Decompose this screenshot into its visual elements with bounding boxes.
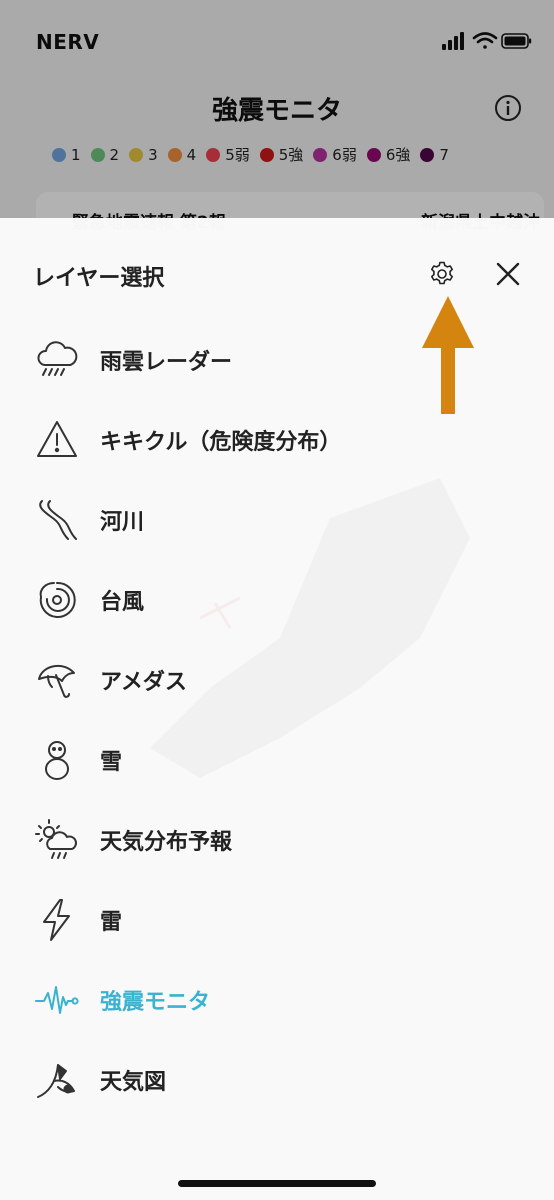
- layer-item-weather-forecast[interactable]: 天気分布予報: [0, 800, 554, 880]
- snowman-icon: [34, 737, 80, 783]
- home-indicator[interactable]: [178, 1180, 376, 1187]
- layer-item-typhoon[interactable]: 台風: [0, 560, 554, 640]
- layer-label: 天気図: [100, 1070, 167, 1095]
- layer-label: 雷: [100, 910, 123, 935]
- warning-icon: [34, 417, 80, 463]
- layer-label: キキクル（危険度分布）: [100, 430, 342, 455]
- seismograph-icon: [34, 977, 80, 1023]
- layer-item-rain-radar[interactable]: 雨雲レーダー: [0, 320, 554, 400]
- layer-list: 雨雲レーダー キキクル（危険度分布） 河川 台風 アメダス 雪 天気分布予報 雷…: [0, 320, 554, 1120]
- layer-item-lightning[interactable]: 雷: [0, 880, 554, 960]
- lightning-icon: [34, 897, 80, 943]
- weather-map-icon: [34, 1057, 80, 1103]
- sun-cloud-rain-icon: [34, 817, 80, 863]
- gear-icon[interactable]: [428, 260, 456, 288]
- layer-label: 強震モニタ: [100, 990, 211, 1015]
- layer-item-seismic-monitor[interactable]: 強震モニタ: [0, 960, 554, 1040]
- umbrella-icon: [34, 657, 80, 703]
- layer-select-sheet: レイヤー選択 雨雲レーダー キキクル（危険度分布） 河川 台風 アメダス 雪 天…: [0, 218, 554, 1200]
- close-icon[interactable]: [494, 260, 522, 288]
- layer-item-kikikuru[interactable]: キキクル（危険度分布）: [0, 400, 554, 480]
- layer-item-river[interactable]: 河川: [0, 480, 554, 560]
- layer-label: 台風: [100, 590, 145, 615]
- layer-item-amedas[interactable]: アメダス: [0, 640, 554, 720]
- layer-label: 河川: [100, 510, 145, 535]
- layer-label: 天気分布予報: [100, 830, 233, 855]
- layer-label: アメダス: [100, 670, 187, 695]
- sheet-title: レイヤー選択: [33, 266, 165, 291]
- rain-cloud-icon: [34, 337, 80, 383]
- layer-label: 雨雲レーダー: [100, 350, 233, 375]
- layer-label: 雪: [100, 750, 123, 775]
- river-icon: [34, 497, 80, 543]
- typhoon-icon: [34, 577, 80, 623]
- layer-item-weather-map[interactable]: 天気図: [0, 1040, 554, 1120]
- layer-item-snow[interactable]: 雪: [0, 720, 554, 800]
